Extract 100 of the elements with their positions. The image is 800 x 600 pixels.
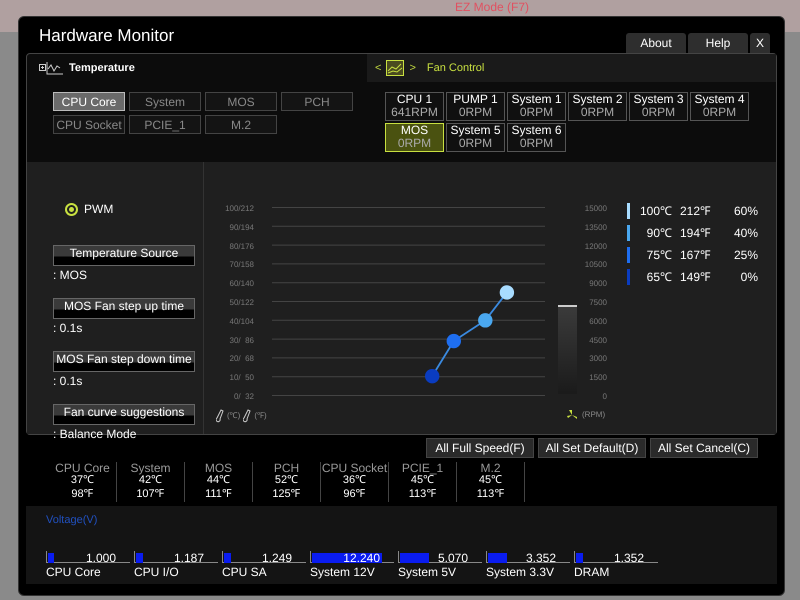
action-button[interactable]: All Set Cancel(C): [650, 438, 758, 458]
rpm-tick: 13500: [584, 222, 607, 234]
action-button[interactable]: All Full Speed(F): [426, 438, 534, 458]
fan-button[interactable]: CPU 1 641RPM: [385, 92, 444, 121]
voltage-value: 1.000: [86, 550, 116, 567]
voltage-value: 3.352: [526, 550, 556, 567]
rpm-tick: 7500: [588, 297, 607, 309]
setting-value: : MOS: [53, 267, 88, 284]
sensor-button[interactable]: MOS: [205, 92, 277, 111]
rpm-tick: 3000: [588, 353, 607, 366]
temperature-tick: 60/140: [228, 278, 254, 290]
celsius-reading: 44℃: [206, 474, 230, 486]
rpm-tick: 12000: [584, 240, 607, 253]
temperature-tick: 100/212: [224, 203, 254, 215]
thermometer-icon: [216, 409, 224, 423]
fan-button[interactable]: System 2 0RPM: [568, 92, 627, 121]
fahrenheit-reading: 111℉: [205, 488, 232, 500]
celsius-reading: 36℃: [342, 474, 366, 486]
previous-arrow[interactable]: <: [375, 60, 382, 76]
setting-button[interactable]: MOS Fan step down time: [53, 351, 195, 372]
voltage-title: Voltage(V): [46, 514, 98, 526]
sensor-name: CPU Core: [55, 462, 110, 474]
celsius-reading: 45℃: [410, 474, 434, 486]
sensor-name: PCIE_1: [402, 462, 444, 474]
sensor-button[interactable]: CPU Core: [53, 92, 125, 111]
setting-value: : 0.1s: [53, 320, 84, 337]
fahrenheit-value: 167℉: [678, 247, 710, 264]
percent-value: 25%: [732, 247, 758, 264]
temperature-tick: 10/ 50: [228, 372, 254, 384]
percent-value: 40%: [732, 225, 758, 242]
celsius-value: 90℃: [646, 225, 672, 242]
setting-button[interactable]: Temperature Source: [53, 245, 195, 266]
sensor-name: CPU Socket: [322, 462, 388, 474]
rpm-tick: 9000: [588, 278, 607, 290]
next-arrow[interactable]: >: [409, 60, 416, 76]
sensor-button[interactable]: CPU Socket: [53, 115, 125, 134]
rail-name: CPU Core: [46, 564, 102, 581]
celsius-reading: 37℃: [70, 474, 94, 486]
sensor-button[interactable]: System: [129, 92, 201, 111]
fahrenheit-reading: 113℉: [476, 488, 504, 500]
setting-button[interactable]: Fan curve suggestions: [53, 404, 195, 425]
window-tab[interactable]: Help: [688, 33, 748, 53]
close-button[interactable]: X: [750, 33, 770, 53]
voltage-value: 1.352: [614, 550, 644, 567]
setting-value: : 0.1s: [53, 373, 84, 390]
temperature-title: Temperature: [69, 60, 135, 76]
pwm-label: PWM: [84, 201, 114, 218]
celsius-reading: 52℃: [274, 474, 298, 486]
fan-chart-icon: [386, 60, 404, 76]
celsius-value: 100℃: [638, 203, 672, 220]
fan-button[interactable]: System 1 0RPM: [507, 92, 566, 121]
temperature-tick: 40/104: [228, 316, 254, 328]
temperature-tick: 90/194: [228, 222, 254, 234]
temperature-tick: 80/176: [228, 240, 254, 253]
window-tab[interactable]: About: [626, 33, 686, 53]
rail-name: System 12V: [310, 564, 376, 581]
rpm-unit: (RPM): [582, 409, 606, 421]
rpm-tick: 6000: [588, 316, 607, 328]
rpm-tick: 15000: [584, 203, 607, 215]
rpm-tick: 10500: [584, 259, 607, 272]
fan-button[interactable]: System 4 0RPM: [690, 92, 749, 121]
fahrenheit-reading: 98℉: [71, 488, 94, 500]
fan-button[interactable]: System 6 0RPM: [507, 123, 566, 152]
fahrenheit-reading: 107℉: [136, 488, 165, 500]
sensor-name: System: [130, 462, 170, 474]
celsius-value: 65℃: [646, 269, 672, 286]
sensor-name: MOS: [204, 462, 232, 474]
sensor-button[interactable]: PCIE_1: [129, 115, 201, 134]
fan-button[interactable]: System 3 0RPM: [629, 92, 688, 121]
sensor-button[interactable]: PCH: [281, 92, 353, 111]
sensor-name: M.2: [480, 462, 500, 474]
rail-name: CPU SA: [222, 564, 268, 581]
rail-name: DRAM: [574, 564, 610, 581]
thermometer-icon: [243, 409, 252, 423]
voltage-value: 1.187: [174, 550, 204, 567]
sensor-name: PCH: [274, 462, 300, 474]
fan-icon: [566, 409, 578, 421]
ez-mode-label: EZ Mode (F7): [455, 0, 530, 14]
celsius-unit: (℃): [227, 410, 240, 422]
rail-name: System 3.3V: [486, 564, 556, 581]
radio-button[interactable]: [65, 202, 78, 216]
fahrenheit-reading: 125℉: [272, 488, 301, 500]
fan-button[interactable]: PUMP 1 0RPM: [446, 92, 505, 121]
setting-button[interactable]: MOS Fan step up time: [53, 298, 195, 319]
fahrenheit-unit: (℉): [254, 410, 267, 422]
voltage-value: 5.070: [438, 550, 468, 567]
celsius-value: 75℃: [646, 247, 672, 264]
fan-button[interactable]: System 5 0RPM: [446, 123, 505, 152]
voltage-value: 1.249: [262, 550, 292, 567]
sensor-button[interactable]: M.2: [205, 115, 277, 134]
fan-control-title: Fan Control: [426, 60, 484, 76]
rail-name: System 5V: [398, 564, 458, 581]
window-title: Hardware Monitor: [39, 24, 174, 46]
temperature-tick: 50/122: [228, 297, 254, 309]
celsius-reading: 45℃: [478, 474, 502, 486]
fan-button[interactable]: MOS 0RPM: [385, 123, 444, 152]
action-button[interactable]: All Set Default(D): [538, 438, 646, 458]
temperature-tick: 0/ 32: [232, 391, 254, 403]
percent-value: 60%: [732, 203, 758, 220]
setting-value: : Balance Mode: [53, 426, 138, 443]
